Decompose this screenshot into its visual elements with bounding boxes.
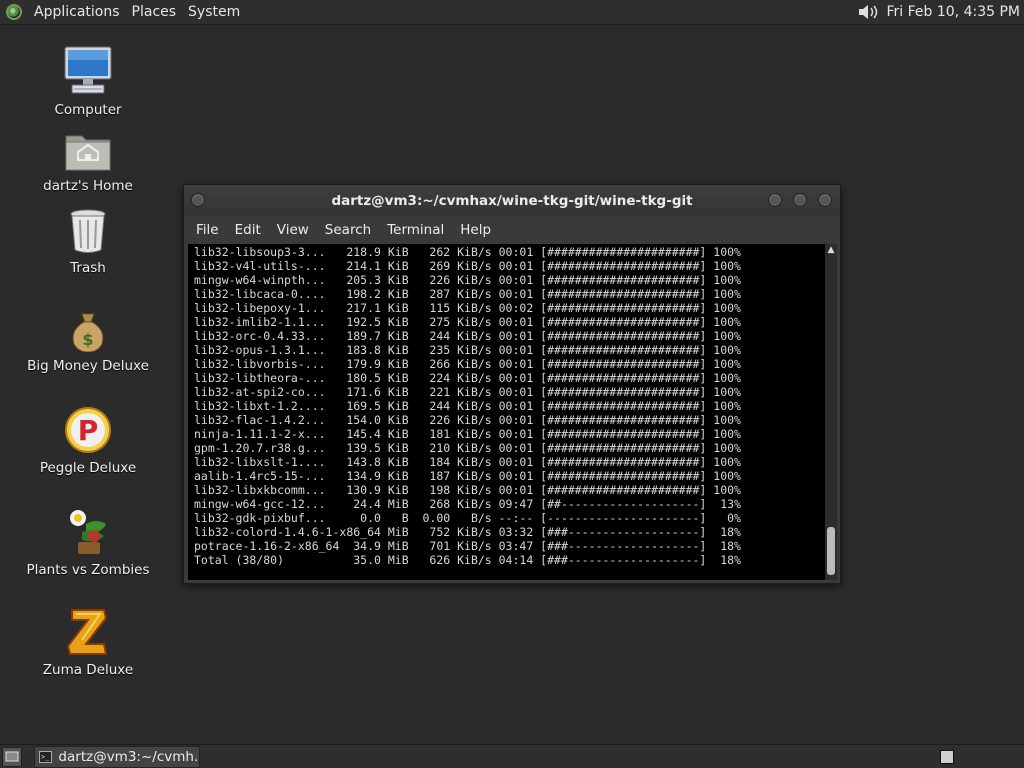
terminal-line: lib32-libepoxy-1... 217.1 KiB 115 KiB/s … [194,301,741,315]
svg-text:P: P [78,414,99,447]
desktop-icon-label: Big Money Deluxe [27,358,149,374]
scroll-up-icon[interactable]: ▲ [825,244,837,256]
terminal-line: ninja-1.11.1-2-x... 145.4 KiB 181 KiB/s … [194,427,741,441]
menu-system[interactable]: System [182,0,246,24]
terminal-line: lib32-flac-1.4.2... 154.0 KiB 226 KiB/s … [194,413,741,427]
desktop-icon-label: Zuma Deluxe [42,662,134,678]
menu-applications[interactable]: Applications [28,0,126,24]
terminal-line: lib32-libxkbcomm... 130.9 KiB 198 KiB/s … [194,483,741,497]
desktop-icon-label: Plants vs Zombies [26,562,150,578]
menu-places[interactable]: Places [126,0,183,24]
taskbar-label: dartz@vm3:~/cvmh... [58,748,199,765]
maximize-icon[interactable] [793,193,807,207]
desktop-icon-trash[interactable]: Trash [28,208,148,276]
terminal-line: lib32-libvorbis-... 179.9 KiB 266 KiB/s … [194,357,741,371]
desktop-icon-big-money[interactable]: $ Big Money Deluxe [27,310,149,374]
window-menu-icon[interactable] [191,193,205,207]
top-panel-tray: Fri Feb 10, 4:35 PM [857,0,1024,24]
terminal-line: lib32-at-spi2-co... 171.6 KiB 221 KiB/s … [194,385,741,399]
menu-view[interactable]: View [269,222,317,238]
plants-vs-zombies-icon [70,510,106,554]
desktop-icon-label: Computer [54,102,122,118]
terminal-icon: >_ [39,750,53,763]
desktop-icon-label: Trash [70,260,106,276]
terminal-line: lib32-v4l-utils-... 214.1 KiB 269 KiB/s … [194,259,741,273]
close-icon[interactable] [818,193,832,207]
menu-edit[interactable]: Edit [227,222,269,238]
volume-icon[interactable] [857,2,879,22]
menu-terminal[interactable]: Terminal [379,222,452,238]
peggle-icon: P [65,407,111,453]
terminal-window[interactable]: dartz@vm3:~/cvmhax/wine-tkg-git/wine-tkg… [183,184,841,584]
terminal-line: lib32-opus-1.3.1... 183.8 KiB 235 KiB/s … [194,343,741,357]
terminal-output[interactable]: lib32-libsoup3-3... 218.9 KiB 262 KiB/s … [188,244,827,580]
window-title: dartz@vm3:~/cvmhax/wine-tkg-git/wine-tkg… [331,192,693,209]
terminal-line: lib32-libxt-1.2.... 169.5 KiB 244 KiB/s … [194,399,741,413]
show-desktop-icon[interactable] [2,746,22,767]
terminal-line: Total (38/80) 35.0 MiB 626 KiB/s 04:14 [… [194,553,741,567]
bottom-panel: >_ dartz@vm3:~/cvmh... [0,744,1024,768]
trash-icon [70,209,106,253]
terminal-scrollbar[interactable]: ▲ [825,244,837,580]
desktop-icon-computer[interactable]: Computer [28,44,148,118]
terminal-line: mingw-w64-winpth... 205.3 KiB 226 KiB/s … [194,273,741,287]
terminal-line: lib32-gdk-pixbuf... 0.0 B 0.00 B/s --:--… [194,511,741,525]
scrollbar-thumb[interactable] [827,527,835,575]
terminal-line: gpm-1.20.7.r38.g... 139.5 KiB 210 KiB/s … [194,441,741,455]
terminal-line: lib32-libsoup3-3... 218.9 KiB 262 KiB/s … [194,245,741,259]
terminal-line: lib32-imlib2-1.1... 192.5 KiB 275 KiB/s … [194,315,741,329]
taskbar-terminal-button[interactable]: >_ dartz@vm3:~/cvmh... [34,745,200,768]
desktop-icon-peggle[interactable]: P Peggle Deluxe [28,406,148,476]
distro-logo-icon[interactable] [6,4,22,20]
computer-icon [64,46,112,94]
home-folder-icon [65,135,111,171]
terminal-line: lib32-libxslt-1.... 143.8 KiB 184 KiB/s … [194,455,741,469]
desktop-icon-home[interactable]: dartz's Home [28,128,148,194]
main-menu: Applications Places System [0,0,246,24]
clock[interactable]: Fri Feb 10, 4:35 PM [879,4,1024,20]
terminal-line: lib32-libcaca-0.... 198.2 KiB 287 KiB/s … [194,287,741,301]
terminal-line: mingw-w64-gcc-12... 24.4 MiB 268 KiB/s 0… [194,497,741,511]
svg-text:$: $ [82,330,93,349]
desktop-icon-label: Peggle Deluxe [39,460,137,476]
terminal-line: aalib-1.4rc5-15-... 134.9 KiB 187 KiB/s … [194,469,741,483]
desktop-icon-pvz[interactable]: Plants vs Zombies [26,506,150,578]
terminal-lines: lib32-libsoup3-3... 218.9 KiB 262 KiB/s … [188,244,827,567]
terminal-line: lib32-libtheora-... 180.5 KiB 224 KiB/s … [194,371,741,385]
top-panel: Applications Places System Fri Feb 10, 4… [0,0,1024,25]
menu-search[interactable]: Search [317,222,379,238]
terminal-line: lib32-orc-0.4.33... 189.7 KiB 244 KiB/s … [194,329,741,343]
menu-help[interactable]: Help [452,222,499,238]
desktop-icon-zuma[interactable]: Zuma Deluxe [28,606,148,678]
window-titlebar[interactable]: dartz@vm3:~/cvmhax/wine-tkg-git/wine-tkg… [184,185,840,216]
money-bag-icon: $ [72,313,104,352]
workspace-switcher-icon[interactable] [940,749,954,764]
menu-file[interactable]: File [188,222,227,238]
terminal-line: potrace-1.16-2-x86_64 34.9 MiB 701 KiB/s… [194,539,741,553]
desktop-icon-label: dartz's Home [43,178,133,194]
zuma-icon [66,609,108,655]
minimize-icon[interactable] [768,193,782,207]
terminal-menubar: File Edit View Search Terminal Help [184,216,840,243]
terminal-line: lib32-colord-1.4.6-1-x86_64 MiB 752 KiB/… [194,525,741,539]
